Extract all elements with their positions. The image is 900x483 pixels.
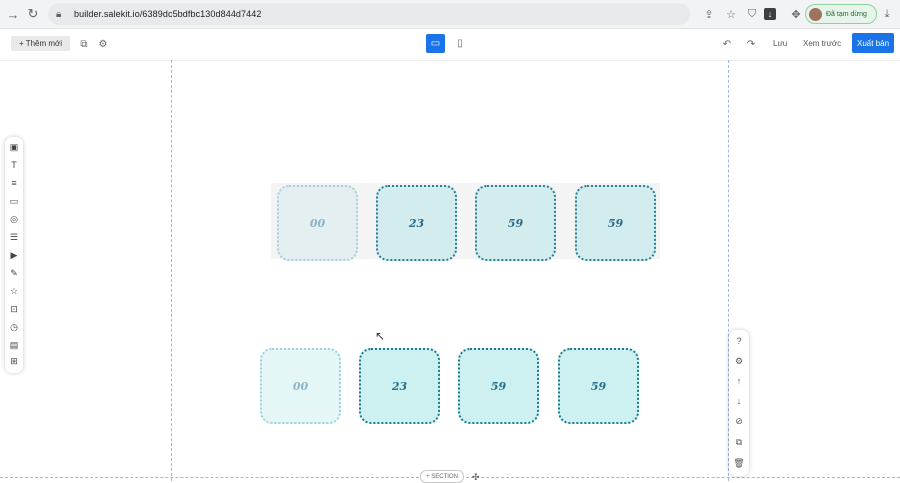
layers-icon[interactable]: ⧉ (77, 37, 91, 51)
arrow-down-icon[interactable]: ↓ (733, 395, 745, 407)
countdown-bottom-hours[interactable]: 23 (359, 348, 440, 424)
avatar (809, 7, 822, 21)
preview-button[interactable]: Xem trước (803, 39, 841, 48)
countdown-top-minutes[interactable]: 59 (475, 185, 556, 261)
lock-icon: 🔒︎ (56, 8, 62, 20)
url-text: builder.salekit.io/6389dc5bdfbc130d844d7… (74, 9, 262, 19)
countdown-bottom-seconds[interactable]: 59 (558, 348, 639, 424)
countdown-top-days[interactable]: 00 (277, 185, 358, 261)
paragraph-icon[interactable]: ≡ (8, 177, 20, 189)
add-new-button[interactable]: + Thêm mới (11, 36, 70, 51)
popup-icon[interactable]: ⊡ (8, 303, 20, 315)
form-icon[interactable]: ☰ (8, 231, 20, 243)
pen-icon[interactable]: ✎ (8, 267, 20, 279)
back-icon[interactable]: → (4, 5, 22, 23)
gallery-icon[interactable]: ▤ (8, 339, 20, 351)
canvas-guide-left (171, 60, 172, 481)
redo-icon[interactable]: ↷ (744, 37, 758, 51)
button-icon[interactable]: ▭ (8, 195, 20, 207)
save-button[interactable]: Lưu (773, 39, 787, 48)
star-icon[interactable]: ☆ (8, 285, 20, 297)
undo-icon[interactable]: ↶ (720, 37, 734, 51)
builder-toolbar: + Thêm mới ⧉ ⚙ ▭ ▯ ↶ ↷ Lưu Xem trước Xuấ… (0, 29, 900, 61)
image-icon[interactable]: ▣ (8, 141, 20, 153)
copy-icon[interactable]: ⧉ (733, 436, 745, 448)
add-section-button[interactable]: + SECTION (420, 470, 464, 483)
shape-icon[interactable]: ◎ (8, 213, 20, 225)
move-handle-icon[interactable]: ✣ (472, 472, 480, 483)
profile-label: Đã tạm dừng (826, 10, 867, 18)
hide-icon[interactable]: ⊘ (733, 415, 745, 427)
help-icon[interactable]: ? (733, 335, 745, 347)
mobile-view-icon[interactable]: ▯ (453, 36, 467, 51)
settings-icon[interactable]: ⚙ (733, 355, 745, 367)
extensions-icon[interactable]: ✥ (788, 6, 804, 22)
profile-chip[interactable]: Đã tạm dừng (805, 4, 877, 24)
trash-icon[interactable]: 🗑︎ (733, 457, 745, 469)
browser-bar: → ↻ 🔒︎ builder.salekit.io/6389dc5bdfbc13… (0, 0, 900, 29)
arrow-up-icon[interactable]: ↑ (733, 375, 745, 387)
text-icon[interactable]: T (8, 159, 20, 171)
grid-icon[interactable]: ⊞ (8, 355, 20, 367)
shield-icon[interactable]: ⛉ (744, 6, 760, 22)
gear-icon[interactable]: ⚙ (96, 37, 110, 51)
download-square-icon[interactable]: ↓ (764, 8, 776, 20)
countdown-top-seconds[interactable]: 59 (575, 185, 656, 261)
section-panel: ? ⚙ ↑ ↓ ⊘ ⧉ 🗑︎ (729, 330, 749, 476)
element-panel: ▣ T ≡ ▭ ◎ ☰ ▶ ✎ ☆ ⊡ ◷ ▤ ⊞ (5, 137, 23, 373)
mouse-cursor-icon: ↖ (375, 329, 386, 343)
video-icon[interactable]: ▶ (8, 249, 20, 261)
star-icon[interactable]: ☆ (723, 6, 739, 22)
countdown-bottom-days[interactable]: 00 (260, 348, 341, 424)
reload-icon[interactable]: ↻ (24, 5, 42, 23)
download-icon[interactable]: ⤓ (879, 6, 895, 22)
publish-button[interactable]: Xuất bản (852, 33, 894, 53)
desktop-view-icon[interactable]: ▭ (426, 34, 445, 53)
timer-icon[interactable]: ◷ (8, 321, 20, 333)
share-icon[interactable]: ⇪ (701, 6, 717, 22)
countdown-top-hours[interactable]: 23 (376, 185, 457, 261)
countdown-bottom-minutes[interactable]: 59 (458, 348, 539, 424)
address-bar[interactable]: 🔒︎ builder.salekit.io/6389dc5bdfbc130d84… (48, 3, 690, 25)
